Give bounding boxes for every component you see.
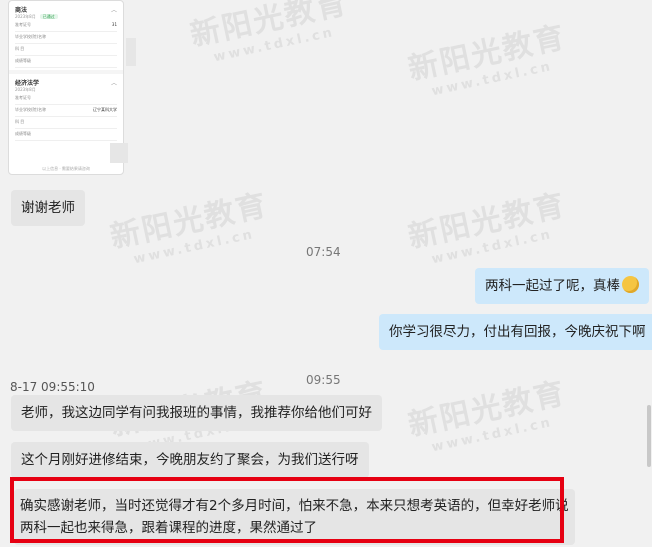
message-text: 你学习很尽力，付出有回报，今晚庆祝下啊 [389,324,646,340]
watermark: 新阳光教育www.tdxl.cn [405,19,570,100]
watermark: 新阳光教育www.tdxl.cn [405,375,570,456]
thinking-face-icon [622,276,639,293]
scrollbar[interactable] [647,405,651,467]
info-row: 科 目 [15,117,117,129]
message-bubble[interactable]: 谢谢老师 [11,190,85,226]
message-text: 这个月刚好进修结束，今晚朋友约了聚会，为我们送行呀 [21,452,359,468]
exam-date: 2023年8月 [15,14,36,19]
redaction-block [126,38,136,66]
chevron-up-icon: ︿ [110,80,117,87]
score-screenshot-image[interactable]: 商法 2023年8月 已通过 ︿ 准考证号 31 毕业学校(院)名称 科 目 成绩等… [8,0,124,175]
message-bubble[interactable]: 老师，我这边同学有问我报班的事情，我推荐你给他们可好 [11,395,382,431]
message-time: 07:54 [306,245,341,259]
message-text: 两科一起过了呢，真棒 [485,278,620,294]
score-section: 经济法学 2023年8月 ︿ 准考证号 毕业学校(院)名称 辽宁某科大学 科 目 … [9,74,123,143]
subject-title: 商法 [15,7,28,14]
chevron-up-icon: ︿ [110,7,117,14]
info-row: 成绩等级 [15,129,117,141]
info-row: 毕业学校(院)名称 [15,32,117,44]
message-bubble[interactable]: 你学习很尽力，付出有回报，今晚庆祝下啊 [379,314,652,350]
watermark: 新阳光教育www.tdxl.cn [107,187,272,268]
exam-date: 2023年8月 [15,87,36,92]
watermark: 新阳光教育www.tdxl.cn [187,0,352,66]
message-time: 09:55 [306,373,341,387]
message-bubble[interactable]: 两科一起过了呢，真棒 [475,268,649,304]
highlight-frame [10,477,564,543]
message-bubble[interactable]: 这个月刚好进修结束，今晚朋友约了聚会，为我们送行呀 [11,442,369,478]
info-row: 毕业学校(院)名称 辽宁某科大学 [15,105,117,117]
redaction-block [110,143,128,163]
info-row: 成绩等级 [15,56,117,68]
status-badge: 已通过 [39,14,58,19]
watermark: 新阳光教育www.tdxl.cn [405,187,570,268]
score-section: 商法 2023年8月 已通过 ︿ 准考证号 31 毕业学校(院)名称 科 目 成绩等… [9,1,123,70]
message-timestamp: 8-17 09:55:10 [10,380,95,394]
info-row: 科 目 [15,44,117,56]
info-row: 准考证号 [15,93,117,105]
message-text: 谢谢老师 [21,200,75,216]
card-footer: 以上信息 · 需要结果请咨询 [42,166,90,171]
subject-title: 经济法学 [15,80,40,87]
info-row: 准考证号 31 [15,20,117,32]
message-text: 老师，我这边同学有问我报班的事情，我推荐你给他们可好 [21,405,372,421]
